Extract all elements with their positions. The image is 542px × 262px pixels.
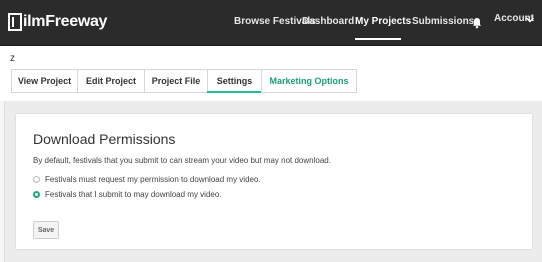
project-tabs: View Project Edit Project Project File S… — [11, 69, 357, 93]
bell-icon[interactable] — [471, 17, 483, 29]
tab-marketing-options[interactable]: Marketing Options — [261, 69, 357, 93]
option-request-permission[interactable]: Festivals must request my permission to … — [33, 175, 261, 184]
nav-submissions[interactable]: Submissions — [412, 16, 474, 27]
save-button[interactable]: Save — [33, 221, 59, 239]
top-navbar: ilmFreeway Browse Festivals Dashboard My… — [0, 0, 542, 46]
logo-text: ilmFreeway — [23, 13, 108, 30]
option-allow-download[interactable]: Festivals that I submit to may download … — [33, 190, 222, 199]
nav-active-underline — [355, 38, 401, 40]
nav-dashboard[interactable]: Dashboard — [302, 16, 354, 27]
filmfreeway-logo[interactable]: ilmFreeway — [8, 12, 107, 32]
project-title: z — [10, 53, 15, 64]
download-permissions-title: Download Permissions — [33, 131, 176, 147]
option-allow-download-label: Festivals that I submit to may download … — [45, 190, 222, 199]
download-permissions-description: By default, festivals that you submit to… — [33, 156, 331, 165]
logo-mark-icon — [8, 13, 22, 31]
radio-request-permission[interactable] — [33, 176, 40, 183]
radio-allow-download[interactable] — [33, 191, 40, 198]
left-edge-strip — [0, 101, 5, 262]
tab-project-file[interactable]: Project File — [144, 69, 208, 93]
nav-my-projects[interactable]: My Projects — [355, 16, 411, 27]
tab-edit-project[interactable]: Edit Project — [77, 69, 145, 93]
download-permissions-card: Download Permissions By default, festiva… — [16, 114, 532, 249]
page-content: z View Project Edit Project Project File… — [0, 46, 542, 262]
tab-settings[interactable]: Settings — [207, 69, 262, 93]
tab-view-project[interactable]: View Project — [11, 69, 78, 93]
option-request-permission-label: Festivals must request my permission to … — [45, 175, 261, 184]
chevron-down-icon[interactable] — [525, 16, 535, 24]
